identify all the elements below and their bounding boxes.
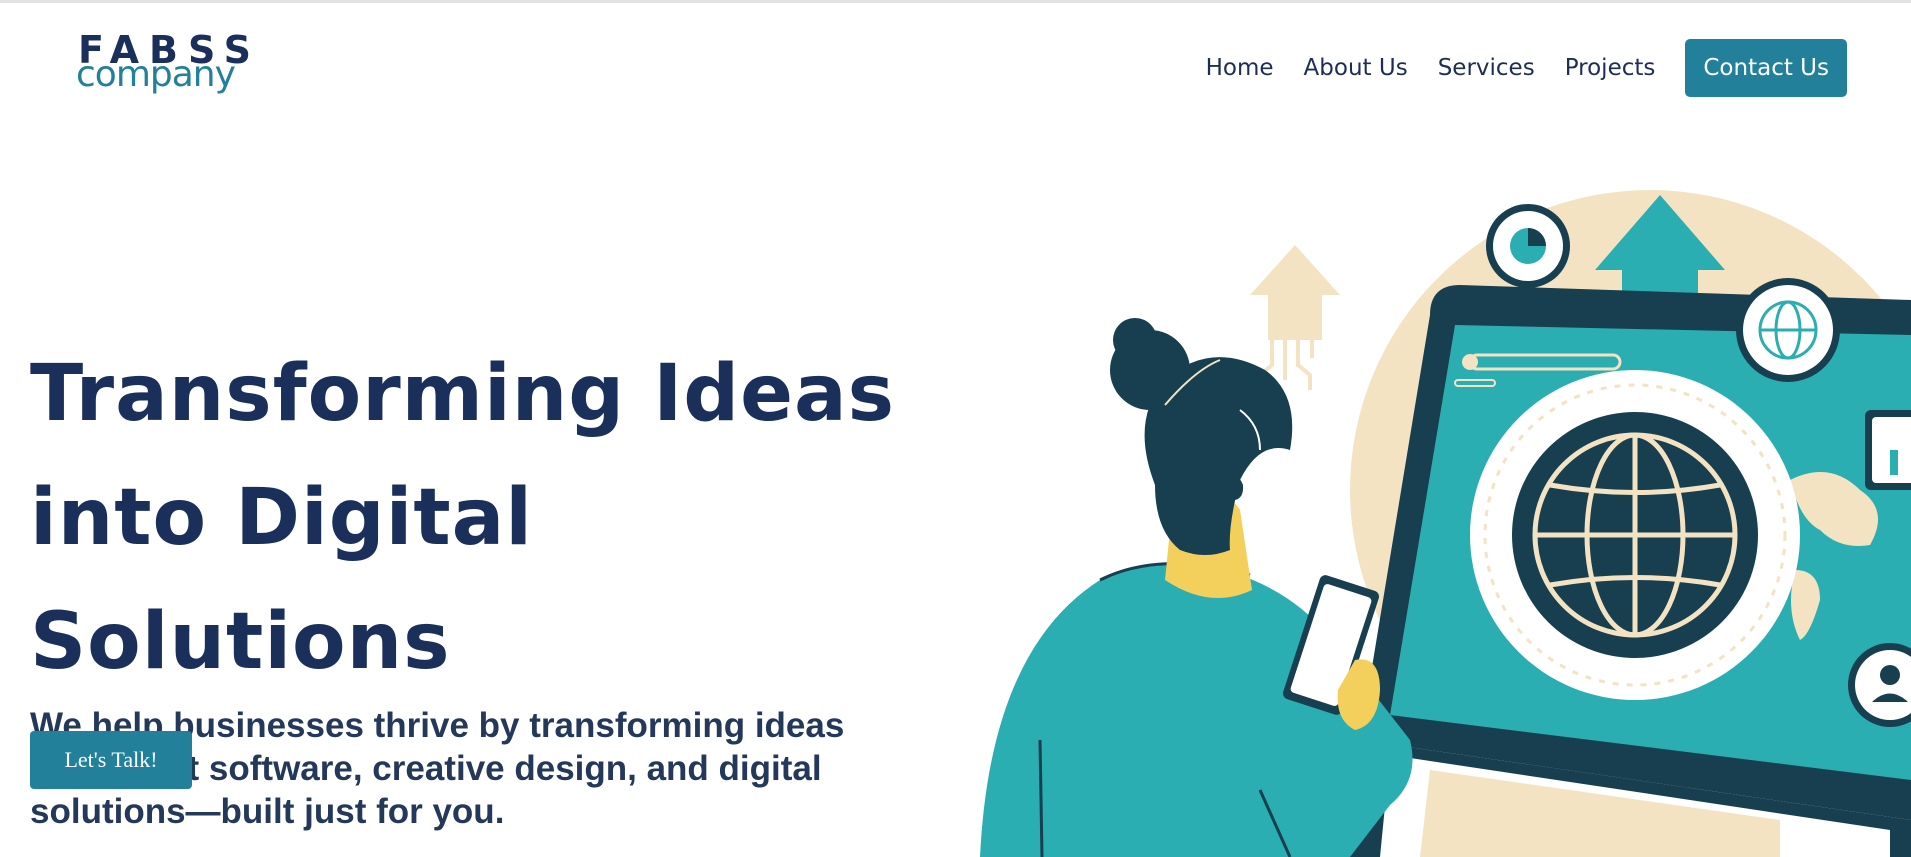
- bar-chart-badge-icon: [1865, 410, 1911, 490]
- hero-illustration-svg: [980, 190, 1911, 857]
- growth-arrow-small-icon: [1250, 245, 1340, 390]
- site-header: FABSS company Home About Us Services Pro…: [0, 3, 1911, 133]
- nav-home[interactable]: Home: [1206, 55, 1274, 81]
- logo-wordmark-bottom: company: [76, 54, 236, 95]
- nav-services[interactable]: Services: [1438, 55, 1535, 81]
- main-nav: Home About Us Services Projects Contact …: [1206, 39, 1847, 97]
- company-logo[interactable]: FABSS company: [76, 31, 251, 101]
- globe-icon: [1470, 370, 1800, 700]
- hero-illustration: [960, 180, 1911, 857]
- hero-title-line-2: into Digital Solutions: [30, 473, 534, 687]
- nav-projects[interactable]: Projects: [1565, 55, 1656, 81]
- hero-title-line-1: Transforming Ideas: [30, 349, 896, 439]
- contact-us-button[interactable]: Contact Us: [1685, 39, 1847, 97]
- woman-character-illustration: [980, 318, 1413, 857]
- nav-about-us[interactable]: About Us: [1304, 55, 1408, 81]
- pie-chart-badge-icon: [1486, 204, 1570, 288]
- globe-badge-icon: [1736, 278, 1840, 382]
- hero-title: Transforming Ideas into Digital Solution…: [30, 332, 950, 704]
- lets-talk-button[interactable]: Let's Talk!: [30, 731, 192, 789]
